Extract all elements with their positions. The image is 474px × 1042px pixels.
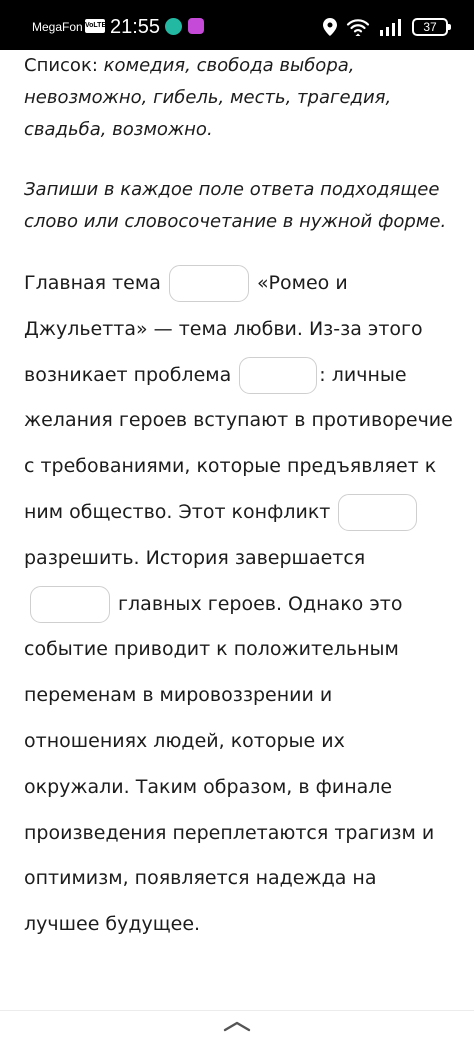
status-icons: 37 — [323, 15, 451, 39]
passage-segment-5: главных героев. Однако это событие приво… — [24, 592, 435, 936]
instruction-text: Запиши в каждое поле ответа подходящее с… — [24, 179, 447, 232]
passage-segment-1: Главная тема — [24, 272, 161, 294]
answer-field-4[interactable] — [30, 585, 110, 623]
passage: Главная тема «Ромео и Джульетта» — тема … — [24, 261, 454, 948]
wifi-icon — [346, 19, 370, 36]
clock: 21:55 — [110, 16, 161, 38]
carrier-name: MegaFon — [32, 20, 83, 34]
app-notification-icon — [165, 18, 182, 35]
signal-icon — [380, 19, 401, 36]
answer-field-1[interactable] — [168, 265, 249, 302]
word-list: Список: комедия, свобода выбора, невозмо… — [24, 50, 444, 146]
bottom-bar — [0, 1010, 474, 1042]
answer-field-2[interactable] — [239, 356, 318, 394]
location-icon — [323, 18, 337, 36]
battery-icon: 37 — [412, 18, 451, 36]
status-bar: MegaFon VoLTE 21:55 37 — [0, 0, 474, 50]
volte-icon: VoLTE — [85, 19, 106, 33]
chevron-up-icon[interactable] — [222, 1019, 252, 1033]
passage-segment-4: разрешить. История завершается — [24, 546, 366, 569]
task-content: Список: комедия, свобода выбора, невозмо… — [24, 50, 453, 935]
answer-field-3[interactable] — [338, 493, 418, 531]
word-list-label: Список: — [24, 55, 104, 76]
app-notification-icon-2 — [188, 18, 204, 34]
